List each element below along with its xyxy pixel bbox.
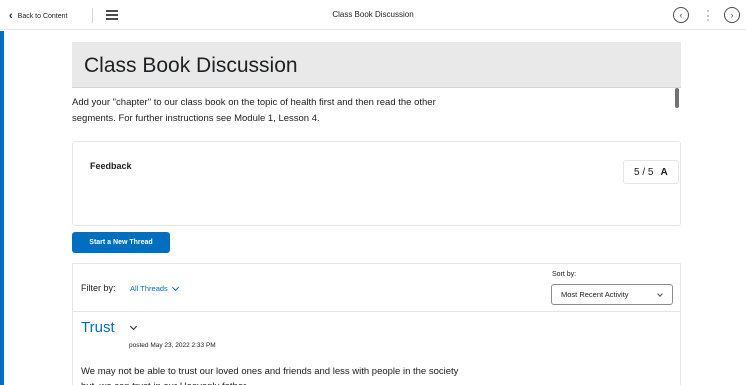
next-topic-button[interactable]: › xyxy=(724,7,740,23)
thread-posted-date: posted May 23, 2022 2:33 PM xyxy=(129,342,216,349)
page-title: Class Book Discussion xyxy=(84,54,298,77)
filter-label: Filter by: xyxy=(81,283,116,293)
back-to-content-link[interactable]: ‹ Back to Content xyxy=(9,9,67,23)
topic-description: Add your "chapter" to our class book on … xyxy=(72,97,436,124)
back-to-content-label: Back to Content xyxy=(17,12,68,20)
top-nav-bar: ‹ Back to Content Class Book Discussion … xyxy=(0,0,746,30)
chevron-down-icon xyxy=(171,283,179,291)
score-badge: 5 / 5 A xyxy=(623,160,679,184)
hamburger-menu-icon[interactable] xyxy=(106,10,118,20)
thread-title-link[interactable]: Trust xyxy=(81,319,115,336)
score-value: 5 / 5 xyxy=(634,166,654,178)
sort-select[interactable]: Most Recent Activity xyxy=(551,284,673,305)
filter-sort-row: Filter by: All Threads Sort by: Most Rec… xyxy=(73,264,680,312)
feedback-panel: Feedback 5 / 5 A xyxy=(72,141,681,226)
thread-options-chevron-icon[interactable] xyxy=(129,322,139,334)
more-options-icon xyxy=(707,10,709,21)
divider xyxy=(92,8,93,23)
left-accent-bar xyxy=(0,31,4,385)
thread-body-text: We may not be able to trust our loved on… xyxy=(81,366,459,385)
sort-selected: Most Recent Activity xyxy=(561,290,629,299)
feedback-heading: Feedback xyxy=(90,161,132,171)
filter-selected: All Threads xyxy=(130,284,168,293)
filter-dropdown[interactable]: All Threads xyxy=(130,283,179,293)
sort-label: Sort by: xyxy=(552,271,577,278)
previous-topic-button[interactable]: ‹ xyxy=(673,7,689,23)
chevron-left-icon: ‹ xyxy=(679,9,683,20)
chevron-left-icon: ‹ xyxy=(9,9,13,22)
thread-list-panel: Filter by: All Threads Sort by: Most Rec… xyxy=(72,263,681,385)
chevron-down-icon xyxy=(657,291,663,297)
scrollbar-thumb[interactable] xyxy=(675,88,679,108)
start-new-thread-button[interactable]: Start a New Thread xyxy=(72,232,170,253)
topic-title-banner: Class Book Discussion xyxy=(72,42,681,88)
grade-value: A xyxy=(660,166,668,178)
chevron-right-icon: › xyxy=(730,9,734,20)
